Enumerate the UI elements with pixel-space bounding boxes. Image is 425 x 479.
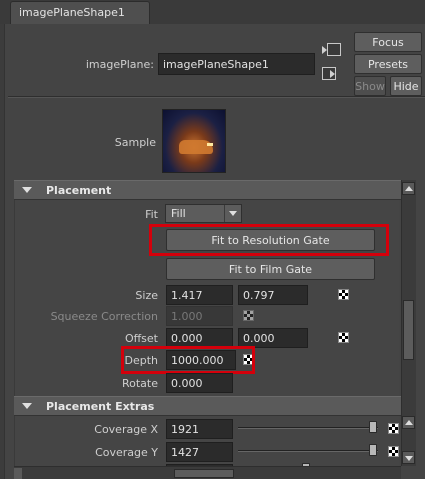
arrow-right-icon — [330, 70, 335, 78]
offset-y-field[interactable]: 0.000 — [238, 328, 308, 348]
hide-button[interactable]: Hide — [390, 76, 422, 96]
headlight-icon — [207, 143, 213, 146]
coverage-x-slider[interactable] — [238, 427, 378, 429]
size-x-field[interactable]: 1.417 — [166, 285, 233, 305]
coverage-y-slider[interactable] — [238, 450, 378, 452]
checker-map-icon[interactable] — [388, 446, 399, 457]
highlight-box-depth — [121, 346, 255, 374]
scroll-up-button[interactable] — [402, 182, 415, 195]
coverage-x-field[interactable]: 1921 — [166, 419, 233, 439]
placement-extras-title: Placement Extras — [46, 400, 155, 413]
focus-button[interactable]: Focus — [354, 32, 422, 52]
collapse-triangle-icon — [22, 403, 32, 409]
show-button[interactable]: Show — [354, 76, 386, 96]
fit-label: Fit — [145, 208, 158, 221]
chevron-down-icon — [229, 211, 237, 216]
output-connection-icon[interactable] — [322, 66, 342, 82]
scroll-up-icon — [405, 420, 413, 425]
checker-map-icon[interactable] — [338, 289, 349, 300]
imageplane-field[interactable]: imagePlaneShape1 — [158, 53, 315, 75]
vertical-scroll-thumb[interactable] — [403, 300, 414, 360]
vertical-scrollbar[interactable] — [401, 180, 416, 466]
rotate-label: Rotate — [121, 377, 158, 390]
horizontal-scroll-thumb[interactable] — [174, 469, 234, 478]
checker-map-icon[interactable] — [243, 310, 254, 321]
tab-imageplaneshape1[interactable]: imagePlaneShape1 — [10, 1, 150, 24]
dropdown-separator — [224, 205, 225, 222]
sample-label: Sample — [114, 136, 156, 149]
coverage-y-label: Coverage Y — [95, 446, 158, 459]
rotate-field[interactable]: 0.000 — [166, 373, 233, 393]
fit-value: Fill — [171, 207, 186, 220]
checker-map-icon[interactable] — [388, 423, 399, 434]
coverage-x-label: Coverage X — [94, 423, 158, 436]
placement-title: Placement — [46, 184, 112, 197]
size-label: Size — [135, 289, 158, 302]
placement-extras-section-header[interactable]: Placement Extras — [14, 396, 401, 416]
scroll-down-button[interactable] — [402, 451, 415, 464]
offset-x-field[interactable]: 0.000 — [166, 328, 233, 348]
squeeze-correction-label: Squeeze Correction — [50, 310, 158, 323]
scroll-up-button-lower[interactable] — [402, 416, 415, 429]
highlight-box-resolution — [149, 224, 389, 256]
fit-dropdown[interactable]: Fill — [165, 204, 242, 223]
scroll-down-icon — [405, 456, 413, 461]
squeeze-correction-field[interactable]: 1.000 — [166, 306, 233, 326]
left-edge — [0, 24, 5, 479]
placement-section-header[interactable]: Placement — [14, 180, 401, 200]
collapse-triangle-icon — [22, 187, 32, 193]
scroll-left-button[interactable] — [14, 468, 22, 479]
coverage-y-field[interactable]: 1427 — [166, 442, 233, 462]
fit-film-gate-button[interactable]: Fit to Film Gate — [166, 258, 375, 280]
presets-button[interactable]: Presets — [354, 54, 422, 74]
offset-label: Offset — [124, 332, 158, 345]
checker-map-icon[interactable] — [338, 332, 349, 343]
coverage-x-slider-thumb[interactable] — [369, 421, 377, 433]
size-y-field[interactable]: 0.797 — [238, 285, 308, 305]
header-divider — [8, 96, 425, 98]
horizontal-scrollbar[interactable] — [14, 466, 401, 479]
node-box-icon — [327, 43, 341, 56]
sample-thumbnail — [162, 109, 226, 173]
scroll-up-icon — [405, 186, 413, 191]
input-connection-icon[interactable] — [322, 42, 342, 58]
coverage-y-slider-thumb[interactable] — [369, 444, 377, 456]
imageplane-label: imagePlane: — [85, 58, 154, 71]
